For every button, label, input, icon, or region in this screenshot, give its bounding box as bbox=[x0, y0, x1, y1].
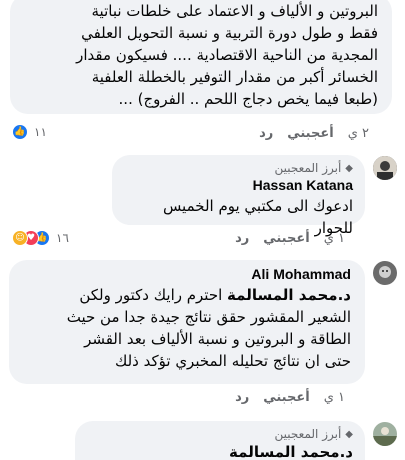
comment-1-actions: ٢ ي أعجبني رد bbox=[245, 126, 369, 141]
diamond-icon: ◆ bbox=[345, 162, 353, 174]
like-icon: 👍 bbox=[12, 124, 28, 140]
comment-1-reactions[interactable]: 👍 ١١ bbox=[12, 124, 47, 140]
reaction-count: ١١ bbox=[34, 125, 47, 139]
comment-1-line: المجدية من الناحية الاقتصادية .... فسيكو… bbox=[76, 46, 378, 64]
comment-1-text: البروتين و الألياف و الاعتماد على خلطات … bbox=[24, 0, 378, 110]
top-fan-badge: ◆ أبرز المعجبين bbox=[274, 161, 353, 175]
author-name[interactable]: Hassan Katana bbox=[124, 177, 353, 193]
comment-2-reactions[interactable]: ☺ ♥ 👍 ١٦ bbox=[12, 230, 69, 246]
like-button[interactable]: أعجبني bbox=[287, 126, 333, 141]
comment-1-line: فقط و طول دورة التربية و نسبة التحويل ال… bbox=[81, 24, 378, 42]
comment-3-first-line: د.محمد المسالمة احترم رايك دكتور ولكن bbox=[79, 286, 351, 304]
top-fan-badge: ◆ أبرز المعجبين bbox=[274, 427, 353, 441]
reaction-count: ١٦ bbox=[56, 231, 69, 245]
comment-1-line: البروتين و الألياف و الاعتماد على خلطات … bbox=[91, 2, 379, 20]
comment-1-line: الخسائر أكبر من مقدار التوفير بالخطلة ال… bbox=[91, 68, 378, 86]
care-icon: ☺ bbox=[12, 230, 28, 246]
mention-link[interactable]: د.محمد المسالمة bbox=[229, 443, 353, 460]
diamond-icon: ◆ bbox=[345, 428, 353, 440]
comment-bubble-3: Ali Mohammad د.محمد المسالمة احترم رايك … bbox=[9, 260, 365, 384]
like-button[interactable]: أعجبني bbox=[263, 231, 309, 246]
comment-bubble-2: ◆ أبرز المعجبين Hassan Katana ادعوك الى … bbox=[112, 155, 365, 237]
timestamp[interactable]: ٢ ي bbox=[348, 126, 369, 141]
mention-link[interactable]: د.محمد المسالمة bbox=[227, 286, 351, 304]
comment-3-line: الشعير المقشور حقق نتائج جيدة جدا من حيث bbox=[66, 308, 351, 326]
timestamp[interactable]: ١ ي bbox=[324, 390, 345, 405]
reply-button[interactable]: رد bbox=[259, 126, 273, 141]
comment-1-line: (طبعا فيما يخص دجاج اللحم .. الفروج) ... bbox=[118, 90, 378, 108]
avatar[interactable] bbox=[373, 156, 397, 180]
comment-3-line: الطاقة و البروتين و نسبة الألياف بعد الق… bbox=[84, 330, 351, 348]
reply-button[interactable]: رد bbox=[235, 390, 249, 405]
author-name[interactable]: Ali Mohammad bbox=[23, 266, 351, 282]
comment-3-actions: ١ ي أعجبني رد bbox=[221, 390, 345, 405]
comment-bubble-4: ◆ أبرز المعجبين د.محمد المسالمة bbox=[75, 421, 365, 460]
comment-4-text: د.محمد المسالمة bbox=[87, 441, 353, 460]
comment-2-actions: ١ ي أعجبني رد bbox=[221, 231, 345, 246]
timestamp[interactable]: ١ ي bbox=[324, 231, 345, 246]
reply-button[interactable]: رد bbox=[235, 231, 249, 246]
avatar[interactable] bbox=[373, 422, 397, 446]
like-button[interactable]: أعجبني bbox=[263, 390, 309, 405]
comment-3-line: حتى ان نتائج تحليله المخبري تؤكد ذلك bbox=[114, 352, 351, 370]
avatar[interactable] bbox=[373, 261, 397, 285]
comment-bubble-1: البروتين و الألياف و الاعتماد على خلطات … bbox=[10, 0, 392, 114]
comment-3-text: د.محمد المسالمة احترم رايك دكتور ولكن ال… bbox=[23, 284, 351, 372]
